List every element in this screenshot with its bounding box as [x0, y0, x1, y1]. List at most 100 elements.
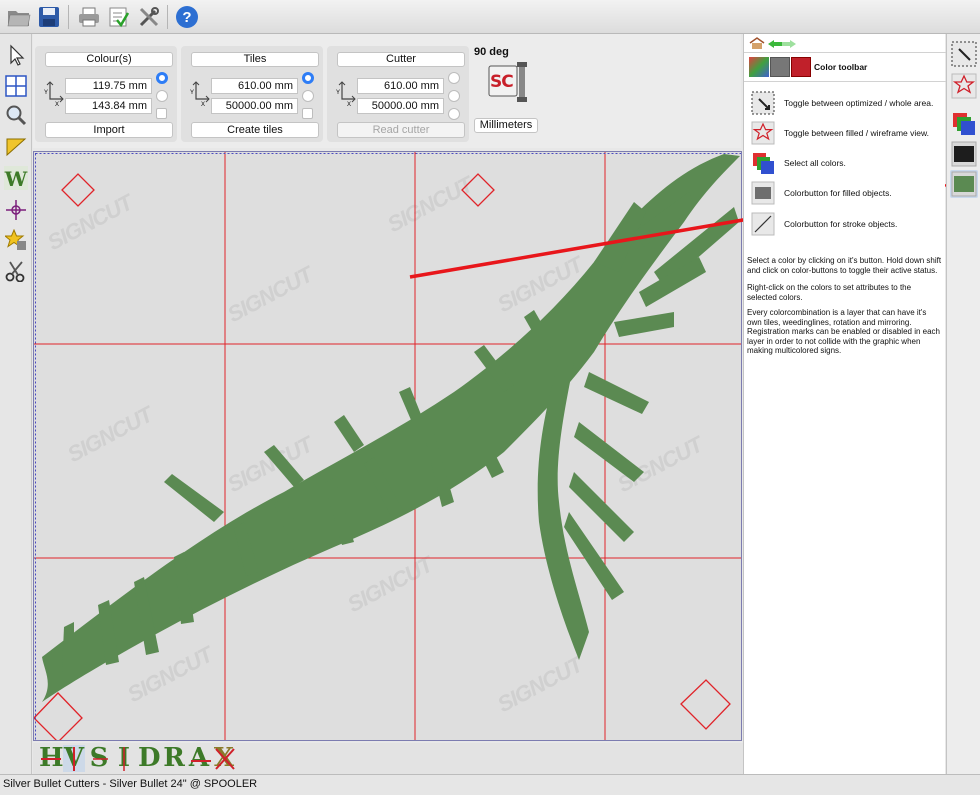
- info-item: Colorbutton for stroke objects.: [750, 211, 942, 237]
- signcut-logo-text: SC: [490, 72, 514, 92]
- signcut-logo[interactable]: SC: [487, 60, 531, 104]
- cutter-radio-3[interactable]: [448, 108, 460, 120]
- info-item: Select all colors.: [750, 150, 942, 176]
- svg-text:Y: Y: [190, 90, 194, 96]
- color-layers-icon: [750, 150, 776, 176]
- scissors-icon[interactable]: [3, 258, 29, 284]
- canvas-drawing: [34, 152, 741, 740]
- stroke-line-icon: [750, 211, 776, 237]
- info-item: Toggle between filled / wireframe view.: [750, 120, 942, 146]
- xy-axis-icon: YX: [44, 81, 64, 106]
- cutter-y-field[interactable]: 50000.00 mm: [357, 98, 444, 114]
- black-color-button[interactable]: [950, 140, 978, 168]
- import-button[interactable]: Import: [45, 122, 173, 138]
- help-paragraph: Every colorcombination is a layer that c…: [747, 308, 941, 355]
- tiles-header: Tiles: [191, 52, 319, 67]
- help-paragraph: Select a color by clicking on it's butto…: [747, 256, 942, 275]
- svg-text:W: W: [4, 167, 28, 190]
- cutter-radio-2[interactable]: [448, 90, 460, 102]
- info-item-text: Colorbutton for filled objects.: [784, 188, 892, 198]
- pine-branch-graphic: [42, 154, 740, 702]
- svg-text:X: X: [201, 102, 205, 106]
- info-item-text: Select all colors.: [784, 158, 846, 168]
- info-item-text: Toggle between optimized / whole area.: [784, 98, 934, 108]
- info-panel: Color toolbar Toggle between optimized /…: [743, 34, 946, 774]
- weeding-toolbar: H V S I D R A X: [33, 743, 743, 774]
- tool-letter-h[interactable]: H: [39, 745, 64, 772]
- checklist-icon[interactable]: [106, 4, 132, 30]
- tiles-checkbox[interactable]: [302, 108, 313, 119]
- help-icon[interactable]: ?: [174, 4, 200, 30]
- svg-text:X: X: [347, 102, 351, 106]
- svg-text:Y: Y: [44, 90, 48, 96]
- tool-letter-d[interactable]: D: [138, 745, 161, 772]
- colours-group: Colour(s) YX 119.75 mm 143.84 mm Import: [35, 46, 177, 142]
- design-canvas[interactable]: SIGNCUT SIGNCUT SIGNCUT SIGNCUT SIGNCUT …: [33, 151, 742, 741]
- printer-icon[interactable]: [76, 4, 102, 30]
- svg-text:?: ?: [182, 9, 191, 26]
- xy-axis-icon: YX: [336, 81, 356, 106]
- tool-letter-x[interactable]: X: [213, 745, 235, 772]
- forward-arrow-icon[interactable]: [782, 39, 796, 51]
- toggle-area-icon[interactable]: [950, 40, 978, 68]
- color-toolbar-preview: [749, 57, 813, 77]
- home-icon[interactable]: [749, 37, 765, 52]
- star-outline-icon: [750, 120, 776, 146]
- save-disk-icon[interactable]: [36, 4, 62, 30]
- open-folder-icon[interactable]: [6, 4, 32, 30]
- color-strip: [946, 34, 980, 774]
- cutter-radio-1[interactable]: [448, 72, 460, 84]
- cutter-x-field[interactable]: 610.00 mm: [357, 78, 444, 94]
- millimeters-button[interactable]: Millimeters: [474, 118, 538, 133]
- tiles-radio-2[interactable]: [302, 90, 314, 102]
- tool-letter-r[interactable]: R: [163, 745, 185, 772]
- node-edit-icon[interactable]: [3, 133, 29, 159]
- parameter-panel: Colour(s) YX 119.75 mm 143.84 mm Import …: [33, 34, 741, 148]
- tiles-radio-1[interactable]: [302, 72, 314, 84]
- main-toolbar: ?: [0, 0, 980, 34]
- cutter-group: Cutter YX 610.00 mm 50000.00 mm Read cut…: [327, 46, 469, 142]
- rotation-label: 90 deg: [474, 46, 509, 58]
- registration-mark-icon[interactable]: [3, 197, 29, 223]
- svg-text:X: X: [55, 102, 59, 106]
- colours-radio-1[interactable]: [156, 72, 168, 84]
- red-swatch-icon: [791, 57, 811, 77]
- pointer-arrow-icon[interactable]: [3, 42, 29, 68]
- tiles-x-field[interactable]: 610.00 mm: [211, 78, 298, 94]
- colours-y-field[interactable]: 143.84 mm: [65, 98, 152, 114]
- tools-settings-icon[interactable]: [136, 4, 162, 30]
- help-paragraph: Right-click on the colors to set attribu…: [747, 283, 912, 302]
- weeding-w-icon[interactable]: W: [3, 165, 29, 191]
- colours-x-field[interactable]: 119.75 mm: [65, 78, 152, 94]
- read-cutter-button[interactable]: Read cutter: [337, 122, 465, 138]
- tool-letter-a[interactable]: A: [188, 745, 210, 772]
- toolbar-divider: [68, 5, 69, 29]
- tool-letter-s[interactable]: S: [88, 745, 110, 772]
- colours-header: Colour(s): [45, 52, 173, 67]
- filled-color-icon: [750, 180, 776, 206]
- tiles-y-field[interactable]: 50000.00 mm: [211, 98, 298, 114]
- info-item: Colorbutton for filled objects.: [750, 180, 942, 206]
- panel-divider: [744, 81, 946, 82]
- colours-checkbox[interactable]: [156, 108, 167, 119]
- color-toolbar-title: Color toolbar: [814, 62, 868, 72]
- star-outline-icon[interactable]: [950, 72, 978, 100]
- xy-axis-icon: YX: [190, 81, 210, 106]
- tool-letter-i[interactable]: I: [113, 745, 135, 772]
- create-tiles-button[interactable]: Create tiles: [191, 122, 319, 138]
- tile-grid-icon[interactable]: [3, 73, 29, 99]
- left-toolbar: W: [0, 34, 32, 774]
- color-layers-icon: [749, 57, 769, 77]
- info-item-text: Colorbutton for stroke objects.: [784, 219, 898, 229]
- back-arrow-icon[interactable]: [768, 39, 782, 51]
- info-item: Toggle between optimized / whole area.: [750, 90, 942, 116]
- zoom-magnifier-icon[interactable]: [3, 102, 29, 128]
- colours-radio-2[interactable]: [156, 90, 168, 102]
- info-item-text: Toggle between filled / wireframe view.: [784, 128, 930, 138]
- svg-text:Y: Y: [336, 90, 340, 96]
- gray-swatch-icon: [770, 57, 790, 77]
- star-effects-icon[interactable]: [3, 227, 29, 253]
- tool-letter-v[interactable]: V: [63, 745, 85, 772]
- green-color-button[interactable]: [950, 170, 978, 198]
- color-layers-icon[interactable]: [950, 110, 978, 138]
